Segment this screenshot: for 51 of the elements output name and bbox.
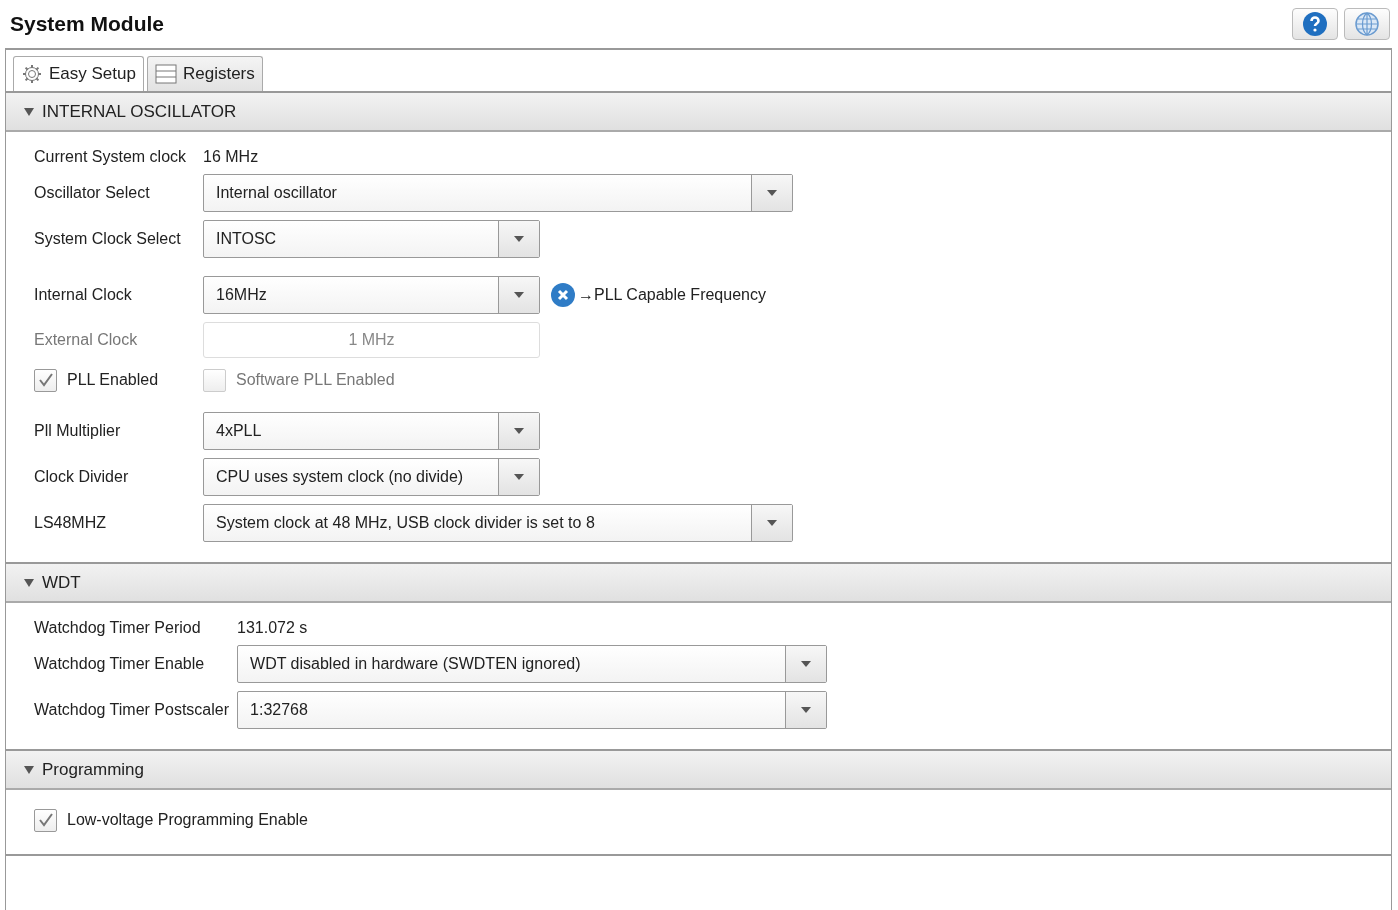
field-label: Watchdog Timer Postscaler [34,701,230,719]
checkbox-label: PLL Enabled [67,371,159,389]
section-header[interactable]: WDT [6,564,1391,603]
caret-icon [24,107,34,116]
dropdown[interactable]: 1:32768 [237,691,828,729]
tab[interactable]: Registers [146,56,263,91]
section-header[interactable]: Programming [6,751,1391,790]
caret-icon [514,236,524,242]
dropdown[interactable]: 16MHz [203,276,540,314]
field-label: LS48MHZ [34,514,108,532]
checkbox[interactable] [34,368,57,392]
field-label: System Clock Select [34,230,182,248]
close-circle-icon [550,282,576,308]
dropdown[interactable]: INTOSC [203,220,540,258]
field-label: Internal Clock [34,286,133,304]
section-header[interactable]: INTERNAL OSCILLATOR [6,93,1391,132]
checkbox[interactable] [34,808,57,832]
field-label: Watchdog Timer Period [34,619,202,637]
caret-icon [514,474,524,480]
checkbox-label: Low-voltage Programming Enable [67,811,308,829]
field-label: Pll Multiplier [34,422,122,440]
globe-icon [1354,11,1380,37]
caret-icon [514,292,524,298]
caret-icon [767,520,777,526]
field-label: Oscillator Select [34,184,151,202]
field-label: Current System clock [34,148,188,166]
field-label: External Clock [34,331,139,349]
checkbox-label: Software PLL Enabled [236,371,395,389]
field-label: Watchdog Timer Enable [34,655,206,673]
tab[interactable]: Easy Setup [13,56,144,91]
caret-icon [767,190,777,196]
dropdown[interactable]: System clock at 48 MHz, USB clock divider is set to 8 [203,504,793,542]
dropdown[interactable]: CPU uses system clock (no divide) [203,458,540,496]
window-title: System Module [10,12,166,36]
caret-icon [801,707,812,713]
note-text: →PLL Capable Frequency [578,286,766,304]
gear-icon [21,63,43,85]
dropdown[interactable]: Internal oscillator [203,174,793,212]
list-icon [154,64,177,84]
globe-button[interactable] [1344,8,1390,40]
help-icon [1302,11,1328,37]
dropdown[interactable]: WDT disabled in hardware (SWDTEN ignored) [237,645,828,683]
caret-icon [24,578,34,587]
field-label: Clock Divider [34,468,130,486]
caret-icon [801,661,812,667]
field-value: 131.072 s [237,619,309,637]
help-button[interactable] [1292,8,1338,40]
caret-icon [24,765,34,774]
dropdown[interactable]: 4xPLL [203,412,540,450]
caret-icon [514,428,524,434]
field-value: 16 MHz [203,148,260,166]
